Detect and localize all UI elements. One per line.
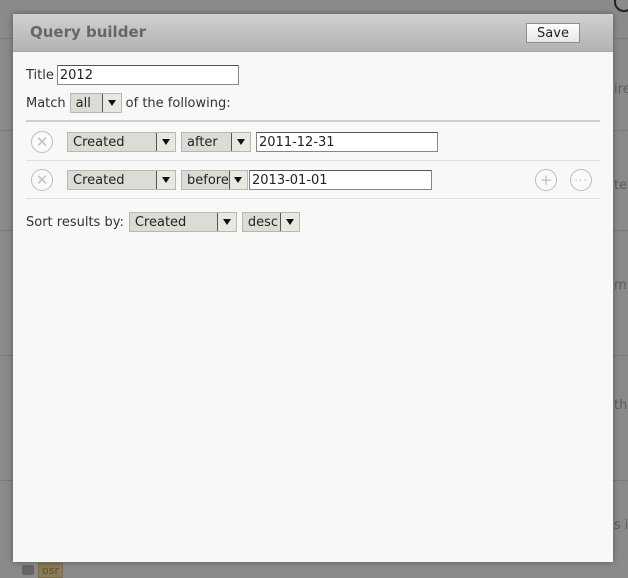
chevron-down-icon bbox=[279, 213, 299, 231]
condition-field-value: Created bbox=[73, 172, 125, 188]
chevron-down-icon bbox=[156, 133, 175, 151]
condition-field-select[interactable]: Created bbox=[67, 132, 176, 152]
condition-value-input[interactable]: 2013-01-01 bbox=[249, 170, 432, 190]
chevron-down-icon bbox=[156, 171, 175, 189]
match-suffix-label: of the following: bbox=[125, 95, 231, 111]
background-tag-label: osr bbox=[38, 562, 63, 578]
add-circle-icon[interactable]: + bbox=[535, 169, 557, 191]
match-select-value: all bbox=[75, 95, 91, 111]
background-text: s i bbox=[614, 518, 628, 533]
condition-row: ✕ Created after 2011-12-31 bbox=[31, 131, 438, 153]
condition-operator-select[interactable]: before bbox=[181, 170, 248, 190]
remove-circle-icon[interactable]: ✕ bbox=[31, 131, 53, 153]
background-text: th bbox=[614, 398, 628, 413]
condition-operator-value: after bbox=[187, 134, 218, 150]
sort-order-select[interactable]: desc bbox=[241, 212, 300, 232]
conditions-divider bbox=[26, 120, 600, 122]
match-label: Match bbox=[26, 95, 66, 111]
sort-row: Sort results by: Created desc bbox=[26, 212, 300, 232]
match-select[interactable]: all bbox=[69, 93, 122, 113]
condition-field-select[interactable]: Created bbox=[67, 170, 176, 190]
chevron-down-icon bbox=[216, 213, 236, 231]
query-builder-dialog: Query builder Save Title 2012 Match all … bbox=[13, 14, 613, 562]
chevron-down-icon bbox=[228, 171, 247, 189]
background-text: m bbox=[614, 278, 627, 293]
sort-field-select[interactable]: Created bbox=[128, 212, 237, 232]
background-text: ire bbox=[614, 82, 628, 97]
save-button[interactable]: Save bbox=[526, 23, 580, 43]
title-label: Title bbox=[26, 67, 54, 83]
more-circle-icon[interactable]: ··· bbox=[570, 169, 592, 191]
dialog-header: Query builder Save bbox=[13, 14, 613, 52]
sort-field-value: Created bbox=[134, 214, 187, 230]
chevron-down-icon bbox=[231, 133, 250, 151]
background-tag: osr bbox=[22, 562, 63, 578]
corner-circle-icon bbox=[614, 0, 628, 12]
match-row: Match all of the following: bbox=[26, 93, 231, 113]
condition-field-value: Created bbox=[73, 134, 125, 150]
condition-operator-select[interactable]: after bbox=[181, 132, 251, 152]
remove-circle-icon[interactable]: ✕ bbox=[31, 169, 53, 191]
background-text: ten bbox=[614, 178, 628, 193]
condition-divider bbox=[26, 160, 600, 161]
dialog-title: Query builder bbox=[30, 23, 147, 41]
condition-operator-value: before bbox=[187, 172, 229, 188]
sort-order-value: desc bbox=[247, 214, 279, 230]
title-row: Title 2012 bbox=[26, 65, 239, 85]
title-input[interactable]: 2012 bbox=[56, 65, 239, 85]
tag-icon bbox=[22, 565, 34, 575]
condition-divider bbox=[26, 198, 600, 199]
sort-label: Sort results by: bbox=[26, 214, 124, 230]
condition-value-input[interactable]: 2011-12-31 bbox=[256, 132, 438, 152]
chevron-down-icon bbox=[101, 94, 121, 112]
condition-row: ✕ Created before 2013-01-01 bbox=[31, 169, 432, 191]
